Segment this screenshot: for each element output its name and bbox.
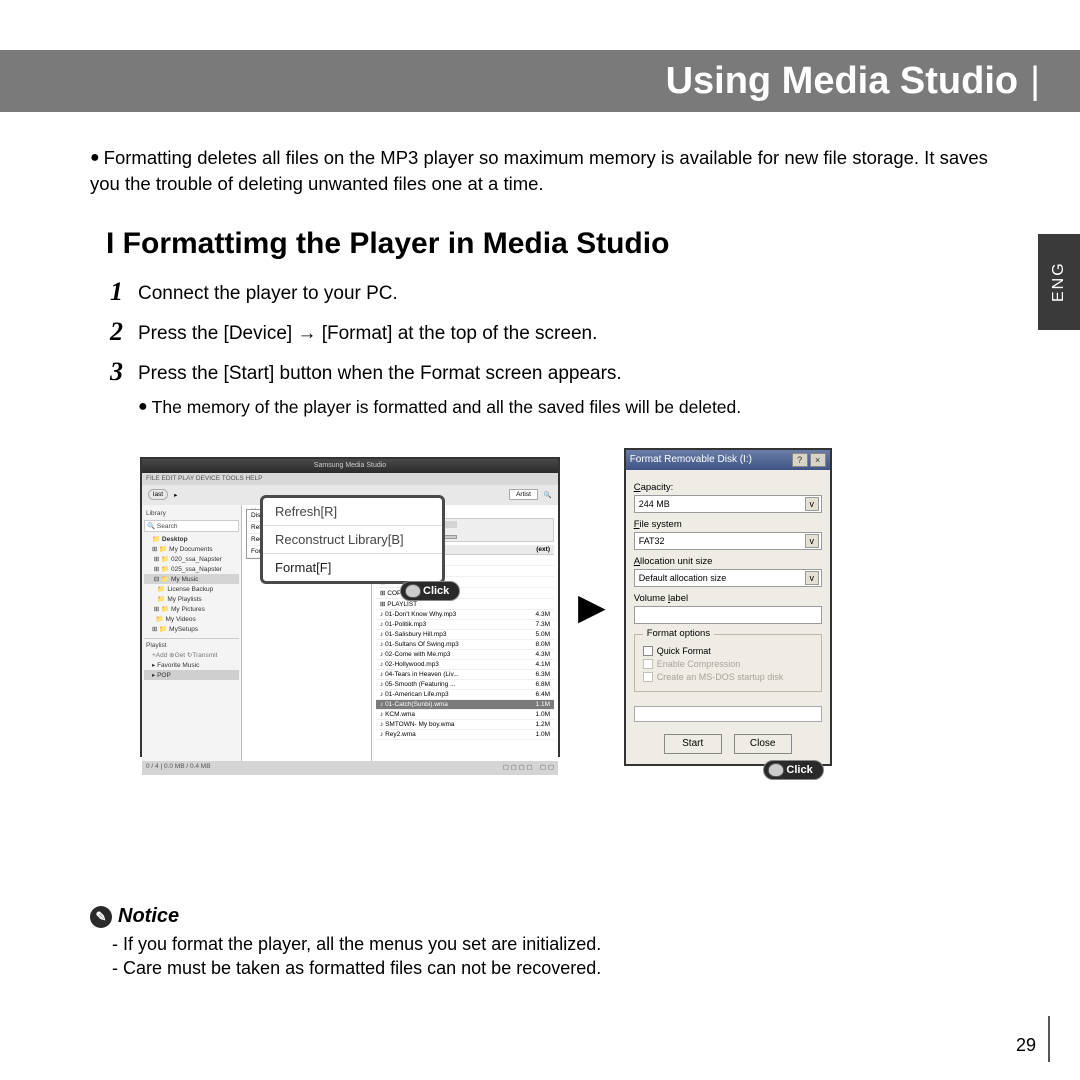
bullet-icon: ● [90, 149, 100, 166]
step-text: Connect the player to your PC. [138, 279, 398, 305]
allocation-label: Allocation unit size [634, 556, 822, 567]
artist-dropdown: Artist [509, 489, 538, 500]
language-tab: ENG [1038, 234, 1080, 330]
step-3: 3 Press the [Start] button when the Form… [110, 359, 1020, 385]
popup-reconstruct: Reconstruct Library[B] [263, 526, 442, 554]
page-title: Using Media Studio [666, 60, 1019, 103]
media-studio-screenshot: Samsung Media Studio FILE EDIT PLAY DEVI… [140, 457, 560, 757]
msdos-startup-checkbox: Create an MS-DOS startup disk [643, 672, 813, 682]
intro-paragraph: ●Formatting deletes all files on the MP3… [90, 145, 1020, 197]
vbar: I [106, 227, 123, 260]
capacity-combo[interactable]: 244 MB v [634, 495, 822, 513]
step-text: Press the [Device] → [Format] at the top… [138, 319, 597, 345]
enable-compression-checkbox: Enable Compression [643, 659, 813, 669]
page-rule [1048, 1016, 1050, 1062]
header-pipe: | [1030, 60, 1040, 103]
capacity-label: Capacity: [634, 482, 822, 493]
allocation-combo[interactable]: Default allocation size v [634, 569, 822, 587]
format-options-group: Format options Quick Format Enable Compr… [634, 634, 822, 692]
search-label: Search [157, 523, 178, 530]
start-button[interactable]: Start [664, 734, 722, 754]
section-title: I Formattimg the Player in Media Studio [90, 227, 1020, 261]
notice-heading: ✎ Notice [90, 905, 1020, 928]
format-dialog-screenshot: Format Removable Disk (I:) ? × Capacity:… [624, 448, 832, 766]
step-2: 2 Press the [Device] → [Format] at the t… [110, 319, 1020, 345]
page-number: 29 [1016, 1035, 1036, 1056]
bullet-icon: ● [138, 398, 148, 415]
help-icon: ? [792, 453, 808, 467]
app-titlebar: Samsung Media Studio [142, 459, 558, 473]
notice-title: Notice [118, 905, 179, 928]
status-bar: 0 / 4 | 0.0 MB / 0.4 MB ▢ ▢ ▢ ▢ ▢ ▢ [142, 761, 558, 775]
filesystem-combo[interactable]: FAT32 v [634, 532, 822, 550]
chevron-down-icon: v [805, 497, 819, 511]
arrow-right-icon: ▶ [578, 586, 606, 628]
section-title-text: Formattimg the Player in Media Studio [123, 227, 670, 260]
intro-text: Formatting deletes all files on the MP3 … [90, 147, 988, 194]
volume-label-label: Volume label [634, 593, 822, 604]
step-1: 1 Connect the player to your PC. [110, 279, 1020, 305]
playlist-label: Playlist [144, 638, 239, 650]
dialog-titlebar: Format Removable Disk (I:) ? × [626, 450, 830, 470]
desktop-node: Desktop [162, 536, 188, 543]
app-menubar: FILE EDIT PLAY DEVICE TOOLS HELP [142, 473, 558, 485]
click-badge: Click [763, 760, 823, 780]
format-popup-callout: Refresh[R] Reconstruct Library[B] Format… [260, 495, 445, 584]
popup-refresh: Refresh[R] [263, 498, 442, 526]
app-sidebar: Library 🔍 Search 📁 Desktop ⊞ 📁 My Docume… [142, 505, 242, 761]
title-bar-icon [90, 228, 98, 256]
quick-format-checkbox[interactable]: Quick Format [643, 646, 813, 656]
library-label: Library [144, 509, 239, 518]
popup-format: Format[F] [263, 554, 442, 581]
note-text: The memory of the player is formatted an… [152, 397, 741, 417]
filesystem-label: File system [634, 519, 822, 530]
dialog-title: Format Removable Disk (I:) [630, 454, 752, 465]
click-badge: Click [400, 581, 460, 601]
progress-bar [634, 706, 822, 722]
pencil-icon: ✎ [90, 906, 112, 928]
notice-item: - Care must be taken as formatted files … [112, 958, 1020, 979]
step-3-note: ●The memory of the player is formatted a… [138, 397, 1020, 418]
page-header: Using Media Studio | [0, 50, 1080, 112]
step-number: 1 [110, 279, 130, 305]
step-number: 2 [110, 319, 130, 345]
notice-section: ✎ Notice - If you format the player, all… [90, 905, 1020, 982]
volume-label-input[interactable] [634, 606, 822, 624]
chevron-down-icon: v [805, 571, 819, 585]
notice-item: - If you format the player, all the menu… [112, 934, 1020, 955]
close-button[interactable]: Close [734, 734, 792, 754]
step-text: Press the [Start] button when the Format… [138, 359, 622, 385]
close-icon: × [810, 453, 826, 467]
chevron-down-icon: v [805, 534, 819, 548]
step-number: 3 [110, 359, 130, 385]
